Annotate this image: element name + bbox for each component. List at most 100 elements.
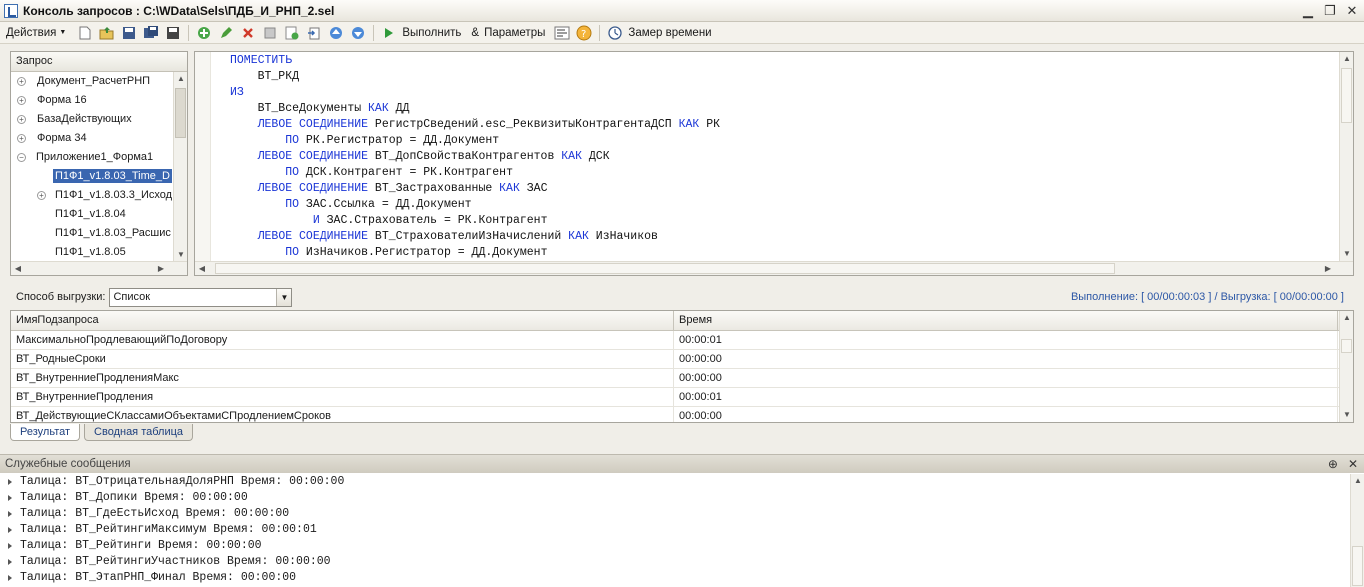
column-header-time[interactable]: Время: [674, 311, 1338, 330]
params-button[interactable]: & Параметры: [467, 27, 551, 39]
message-item[interactable]: Талица: ВТ_РейтингиМаксимум Время: 00:00…: [0, 522, 1348, 538]
table-row[interactable]: ВТ_РодныеСроки 00:00:00: [11, 350, 1353, 369]
message-item[interactable]: Талица: ВТ_Допики Время: 00:00:00: [0, 490, 1348, 506]
chevron-down-icon[interactable]: ▼: [276, 288, 292, 306]
query-tree: Запрос + Документ_РасчетРНП + Форма 16 +…: [10, 51, 188, 276]
restore-button[interactable]: ❐: [1322, 3, 1338, 18]
message-item[interactable]: Талица: ВТ_ОтрицательнаяДоляРНП Время: 0…: [0, 474, 1348, 490]
timing-button[interactable]: Замер времени: [604, 25, 717, 41]
close-button[interactable]: ✕: [1344, 3, 1360, 18]
save-icon[interactable]: [121, 25, 137, 41]
scroll-thumb[interactable]: [1341, 68, 1352, 123]
tree-horizontal-scrollbar[interactable]: ◀ ▶: [11, 261, 187, 275]
expand-icon[interactable]: +: [17, 96, 26, 105]
scroll-right-icon[interactable]: ▶: [154, 262, 168, 276]
query-code[interactable]: ПОМЕСТИТЬ ВТ_РКД ИЗ ВТ_ВсеДокументы КАК Д…: [230, 53, 720, 261]
code-keyword: ЛЕВОЕ СОЕДИНЕНИЕ: [257, 118, 369, 131]
code-line[interactable]: ЛЕВОЕ СОЕДИНЕНИЕ РегистрСведений.esc_Рек…: [230, 117, 720, 133]
save-as-icon[interactable]: [143, 25, 159, 41]
new-document-icon[interactable]: [77, 25, 93, 41]
tab-pivot-table[interactable]: Сводная таблица: [84, 424, 194, 441]
scroll-down-icon[interactable]: ▼: [1340, 408, 1353, 422]
tree-item-selected[interactable]: П1Ф1_v1.8.03_Time_D: [52, 167, 173, 186]
expand-icon[interactable]: +: [37, 191, 46, 200]
delete-icon[interactable]: [240, 25, 256, 41]
message-item[interactable]: Талица: ВТ_ГдеЕстьИсход Время: 00:00:00: [0, 506, 1348, 522]
tab-result[interactable]: Результат: [10, 424, 81, 441]
scroll-right-icon[interactable]: ▶: [1321, 262, 1335, 276]
move-down-icon[interactable]: [350, 25, 366, 41]
editor-horizontal-scrollbar[interactable]: ◀ ▶: [195, 261, 1353, 275]
tree-item[interactable]: − Приложение1_Форма1: [17, 148, 153, 167]
tree-item[interactable]: + П1Ф1_v1.8.03.3_Исход: [37, 186, 172, 205]
scroll-up-icon[interactable]: ▲: [174, 72, 187, 86]
scroll-up-icon[interactable]: ▲: [1340, 311, 1353, 325]
code-line[interactable]: ПО РК.Регистратор = ДД.Документ: [230, 133, 720, 149]
import-icon[interactable]: [306, 25, 322, 41]
scroll-up-icon[interactable]: ▲: [1340, 52, 1354, 66]
code-line[interactable]: ПО ЗАС.Ссылка = ДД.Документ: [230, 197, 720, 213]
code-text: ЗАС.Страхователь = РК.Контрагент: [319, 214, 548, 227]
scroll-down-icon[interactable]: ▼: [174, 248, 187, 262]
expand-icon[interactable]: +: [17, 134, 26, 143]
code-line[interactable]: ПОМЕСТИТЬ: [230, 53, 720, 69]
table-vertical-scrollbar[interactable]: ▲ ▼: [1339, 311, 1353, 422]
run-button[interactable]: Выполнить: [378, 25, 467, 41]
collapse-icon[interactable]: −: [17, 153, 26, 162]
scroll-down-icon[interactable]: ▼: [1340, 247, 1354, 261]
column-header-subquery[interactable]: ИмяПодзапроса: [11, 311, 674, 330]
code-line[interactable]: ЛЕВОЕ СОЕДИНЕНИЕ ВТ_СтрахователиИзНачисл…: [230, 229, 720, 245]
message-item[interactable]: Талица: ВТ_РейтингиУчастников Время: 00:…: [0, 554, 1348, 570]
help-icon[interactable]: ?: [576, 25, 592, 41]
tree-vertical-scrollbar[interactable]: ▲ ▼: [173, 72, 187, 262]
scroll-left-icon[interactable]: ◀: [195, 262, 209, 276]
code-keyword: ИЗ: [230, 86, 244, 99]
message-item[interactable]: Талица: ВТ_Рейтинги Время: 00:00:00: [0, 538, 1348, 554]
query-text-editor[interactable]: ПОМЕСТИТЬ ВТ_РКД ИЗ ВТ_ВсеДокументы КАК Д…: [194, 51, 1354, 276]
table-row[interactable]: МаксимальноПродлевающийПоДоговору 00:00:…: [11, 331, 1353, 350]
scroll-left-icon[interactable]: ◀: [11, 262, 25, 276]
tree-item[interactable]: + Документ_РасчетРНП: [17, 72, 150, 91]
actions-menu[interactable]: Действия ▼: [6, 27, 66, 39]
move-up-icon[interactable]: [328, 25, 344, 41]
code-line[interactable]: ЛЕВОЕ СОЕДИНЕНИЕ ВТ_Застрахованные КАК З…: [230, 181, 720, 197]
save-all-icon[interactable]: [165, 25, 181, 41]
export-mode-select[interactable]: Список ▼: [109, 287, 293, 307]
copy-icon[interactable]: [262, 25, 278, 41]
expand-icon[interactable]: +: [17, 115, 26, 124]
edit-icon[interactable]: [218, 25, 234, 41]
tree-item[interactable]: П1Ф1_v1.8.04: [55, 205, 126, 224]
toolbar-separator: [599, 24, 601, 41]
code-line[interactable]: ВТ_ВсеДокументы КАК ДД: [230, 101, 720, 117]
tree-item[interactable]: П1Ф1_v1.8.05: [55, 243, 126, 262]
code-line[interactable]: ВТ_РКД: [230, 69, 720, 85]
code-line[interactable]: ПО ИзНачиков.Регистратор = ДД.Документ: [230, 245, 720, 261]
add-child-icon[interactable]: [284, 25, 300, 41]
table-row[interactable]: ВТ_ВнутренниеПродления 00:00:01: [11, 388, 1353, 407]
tree-item[interactable]: + Форма 34: [17, 129, 87, 148]
format-text-icon[interactable]: [554, 25, 570, 41]
scroll-thumb[interactable]: [215, 263, 1115, 274]
open-icon[interactable]: [99, 25, 115, 41]
scroll-thumb[interactable]: [1352, 546, 1363, 586]
table-row[interactable]: ВТ_ДействующиеСКлассамиОбъектамиСПродлен…: [11, 407, 1353, 422]
expand-icon[interactable]: +: [17, 77, 26, 86]
scroll-thumb[interactable]: [175, 88, 186, 138]
add-icon[interactable]: [196, 25, 212, 41]
tree-item[interactable]: + БазаДействующих: [17, 110, 132, 129]
code-line[interactable]: ИЗ: [230, 85, 720, 101]
code-line[interactable]: ЛЕВОЕ СОЕДИНЕНИЕ ВТ_ДопСвойстваКонтраген…: [230, 149, 720, 165]
code-line[interactable]: ПО ДСК.Контрагент = РК.Контрагент: [230, 165, 720, 181]
close-icon[interactable]: ✕: [1348, 455, 1358, 473]
editor-vertical-scrollbar[interactable]: ▲ ▼: [1339, 52, 1353, 261]
message-item[interactable]: Талица: ВТ_ЭтапРНП_Финал Время: 00:00:00: [0, 570, 1348, 586]
code-line[interactable]: И ЗАС.Страхователь = РК.Контрагент: [230, 213, 720, 229]
table-row[interactable]: ВТ_ВнутренниеПродленияМакс 00:00:00: [11, 369, 1353, 388]
minimize-button[interactable]: ▁: [1300, 3, 1316, 18]
scroll-up-icon[interactable]: ▲: [1351, 474, 1364, 488]
tree-item[interactable]: П1Ф1_v1.8.03_Расшис: [55, 224, 171, 243]
scroll-thumb[interactable]: [1341, 339, 1352, 353]
pin-icon[interactable]: ⊕: [1328, 455, 1338, 473]
messages-vertical-scrollbar[interactable]: ▲: [1350, 474, 1364, 587]
tree-item[interactable]: + Форма 16: [17, 91, 87, 110]
